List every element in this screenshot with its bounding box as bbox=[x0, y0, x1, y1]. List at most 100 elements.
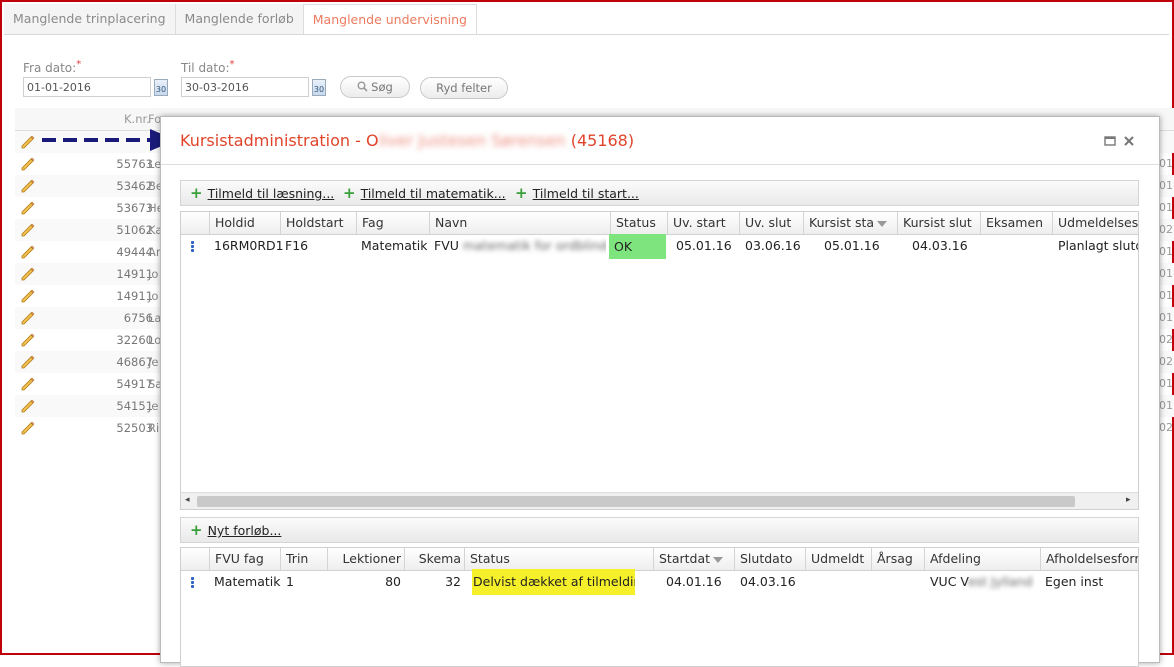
edit-pencil-icon[interactable] bbox=[21, 333, 35, 347]
edit-pencil-icon[interactable] bbox=[21, 201, 35, 215]
edit-pencil-icon[interactable] bbox=[21, 399, 35, 413]
cell-afholdelsesform: Egen inst bbox=[1045, 574, 1104, 589]
col-kursist-start[interactable]: Kursist sta bbox=[803, 212, 897, 234]
search-button[interactable]: Søg bbox=[340, 76, 410, 98]
tilmeld-start-link[interactable]: + Tilmeld til start... bbox=[515, 186, 639, 202]
cell-right: 01 bbox=[1159, 179, 1173, 192]
cell-knr: 54151 bbox=[116, 399, 153, 413]
til-dato-label: Til dato:* bbox=[181, 59, 235, 75]
tilmeld-matematik-link[interactable]: + Tilmeld til matematik... bbox=[343, 184, 506, 202]
row-menu-icon[interactable] bbox=[191, 241, 194, 253]
col-holdid[interactable]: Holdid bbox=[209, 212, 280, 234]
calendar-icon[interactable]: 30 bbox=[154, 79, 168, 96]
edit-pencil-icon[interactable] bbox=[21, 245, 35, 259]
nyt-forloeb-link[interactable]: + Nyt forløb... bbox=[190, 521, 281, 539]
col-lektioner[interactable]: Lektioner bbox=[327, 548, 404, 570]
col-status[interactable]: Status bbox=[610, 212, 667, 234]
col-eksamen[interactable]: Eksamen bbox=[980, 212, 1052, 234]
tab-manglende-forloeb[interactable]: Manglende forløb bbox=[175, 4, 304, 34]
cell-knr: 54917 bbox=[116, 377, 153, 391]
cell-knr: 53673 bbox=[116, 201, 153, 215]
cell-lektioner: 80 bbox=[385, 574, 401, 589]
col-startdato[interactable]: Startdat bbox=[653, 548, 734, 570]
cell-right: 01 bbox=[1159, 267, 1173, 280]
cell-name: Je bbox=[148, 399, 159, 413]
col-aarsag[interactable]: Årsag bbox=[871, 548, 924, 570]
edit-pencil-icon[interactable] bbox=[21, 223, 35, 237]
add-icon: + bbox=[343, 184, 356, 202]
col-status[interactable]: Status bbox=[464, 548, 653, 570]
forloeb-grid-header: FVU fag Trin Lektioner Skema Status Star… bbox=[181, 548, 1138, 571]
edit-pencil-icon[interactable] bbox=[21, 267, 35, 281]
col-trin[interactable]: Trin bbox=[280, 548, 327, 570]
forloeb-toolbar: + Nyt forløb... bbox=[180, 517, 1139, 543]
cell-right: 01 bbox=[1159, 289, 1173, 302]
scroll-right-icon[interactable]: ▸ bbox=[1126, 495, 1131, 505]
cell-knr: 6756 bbox=[123, 311, 153, 325]
col-afdeling[interactable]: Afdeling bbox=[924, 548, 1040, 570]
til-dato-input[interactable]: 30-03-2016 bbox=[181, 77, 309, 97]
header-knr: K.nr. bbox=[124, 112, 150, 126]
row-menu-icon[interactable] bbox=[191, 577, 194, 589]
edit-pencil-icon[interactable] bbox=[21, 421, 35, 435]
kursistadministration-dialog: Kursistadministration - Oliver Justesen … bbox=[160, 116, 1160, 667]
cell-knr: 52503 bbox=[116, 421, 153, 435]
cell-knr: 51062 bbox=[116, 223, 153, 237]
tab-manglende-trinplacering[interactable]: Manglende trinplacering bbox=[4, 4, 176, 34]
cell-holdstart: F16 bbox=[285, 238, 309, 253]
col-skema[interactable]: Skema bbox=[404, 548, 464, 570]
maximize-icon[interactable] bbox=[1104, 135, 1116, 147]
add-icon: + bbox=[190, 521, 203, 539]
edit-pencil-icon[interactable] bbox=[21, 157, 35, 171]
forloeb-grid: FVU fag Trin Lektioner Skema Status Star… bbox=[180, 547, 1139, 667]
cell-kursist-slut: 04.03.16 bbox=[912, 238, 968, 253]
edit-pencil-icon[interactable] bbox=[21, 377, 35, 391]
tilmeld-laesning-link[interactable]: + Tilmeld til læsning... bbox=[190, 184, 334, 202]
cell-holdid: 16RM0RD1 bbox=[214, 238, 284, 253]
annotation-arrow bbox=[42, 129, 176, 151]
sort-desc-icon bbox=[877, 220, 888, 227]
cell-fag: Matematik bbox=[361, 238, 428, 253]
cell-right: 02 bbox=[1159, 223, 1173, 236]
tab-manglende-undervisning[interactable]: Manglende undervisning bbox=[303, 4, 477, 34]
cell-startdato: 04.01.16 bbox=[666, 574, 722, 589]
cell-name: Ar bbox=[148, 245, 161, 259]
col-holdstart[interactable]: Holdstart bbox=[280, 212, 356, 234]
col-udmeldt[interactable]: Udmeldt bbox=[805, 548, 871, 570]
cell-uv-slut: 03.06.16 bbox=[745, 238, 801, 253]
scrollbar-thumb[interactable] bbox=[197, 496, 1075, 507]
close-icon[interactable] bbox=[1123, 135, 1135, 147]
edit-pencil-icon[interactable] bbox=[21, 311, 35, 325]
cell-name: Ri bbox=[148, 421, 160, 435]
edit-pencil-icon[interactable] bbox=[21, 355, 35, 369]
col-fag[interactable]: Fag bbox=[356, 212, 429, 234]
cell-right: 01 bbox=[1159, 157, 1173, 170]
col-fvu-fag[interactable]: FVU fag bbox=[209, 548, 280, 570]
cell-right: 01 bbox=[1159, 311, 1173, 324]
cell-right: 01 bbox=[1159, 399, 1173, 412]
edit-pencil-icon[interactable] bbox=[21, 135, 35, 149]
col-slutdato[interactable]: Slutdato bbox=[734, 548, 805, 570]
cell-knr: 32260 bbox=[116, 333, 153, 347]
col-uv-start[interactable]: Uv. start bbox=[667, 212, 739, 234]
tab-bar: Manglende trinplacering Manglende forløb… bbox=[4, 4, 1169, 35]
fra-dato-input[interactable]: 01-01-2016 bbox=[23, 77, 151, 97]
cell-name: Je bbox=[148, 355, 159, 369]
status-badge: OK bbox=[609, 234, 666, 259]
col-udmeldelsesaarsag[interactable]: Udmeldelsesår bbox=[1052, 212, 1138, 234]
col-navn[interactable]: Navn bbox=[429, 212, 610, 234]
col-afholdelsesform[interactable]: Afholdelsesform bbox=[1040, 548, 1138, 570]
cell-trin: 1 bbox=[286, 574, 294, 589]
col-uv-slut[interactable]: Uv. slut bbox=[739, 212, 803, 234]
edit-pencil-icon[interactable] bbox=[21, 289, 35, 303]
horizontal-scrollbar[interactable]: ◂ ▸ bbox=[181, 492, 1138, 509]
clear-fields-button[interactable]: Ryd felter bbox=[420, 77, 508, 99]
calendar-icon[interactable]: 30 bbox=[312, 79, 326, 96]
col-kursist-slut[interactable]: Kursist slut bbox=[897, 212, 980, 234]
add-icon: + bbox=[190, 184, 203, 202]
dialog-title: Kursistadministration - Oliver Justesen … bbox=[180, 131, 635, 150]
cell-uv-start: 05.01.16 bbox=[676, 238, 732, 253]
search-icon bbox=[357, 81, 368, 92]
edit-pencil-icon[interactable] bbox=[21, 179, 35, 193]
scroll-left-icon[interactable]: ◂ bbox=[185, 495, 190, 505]
